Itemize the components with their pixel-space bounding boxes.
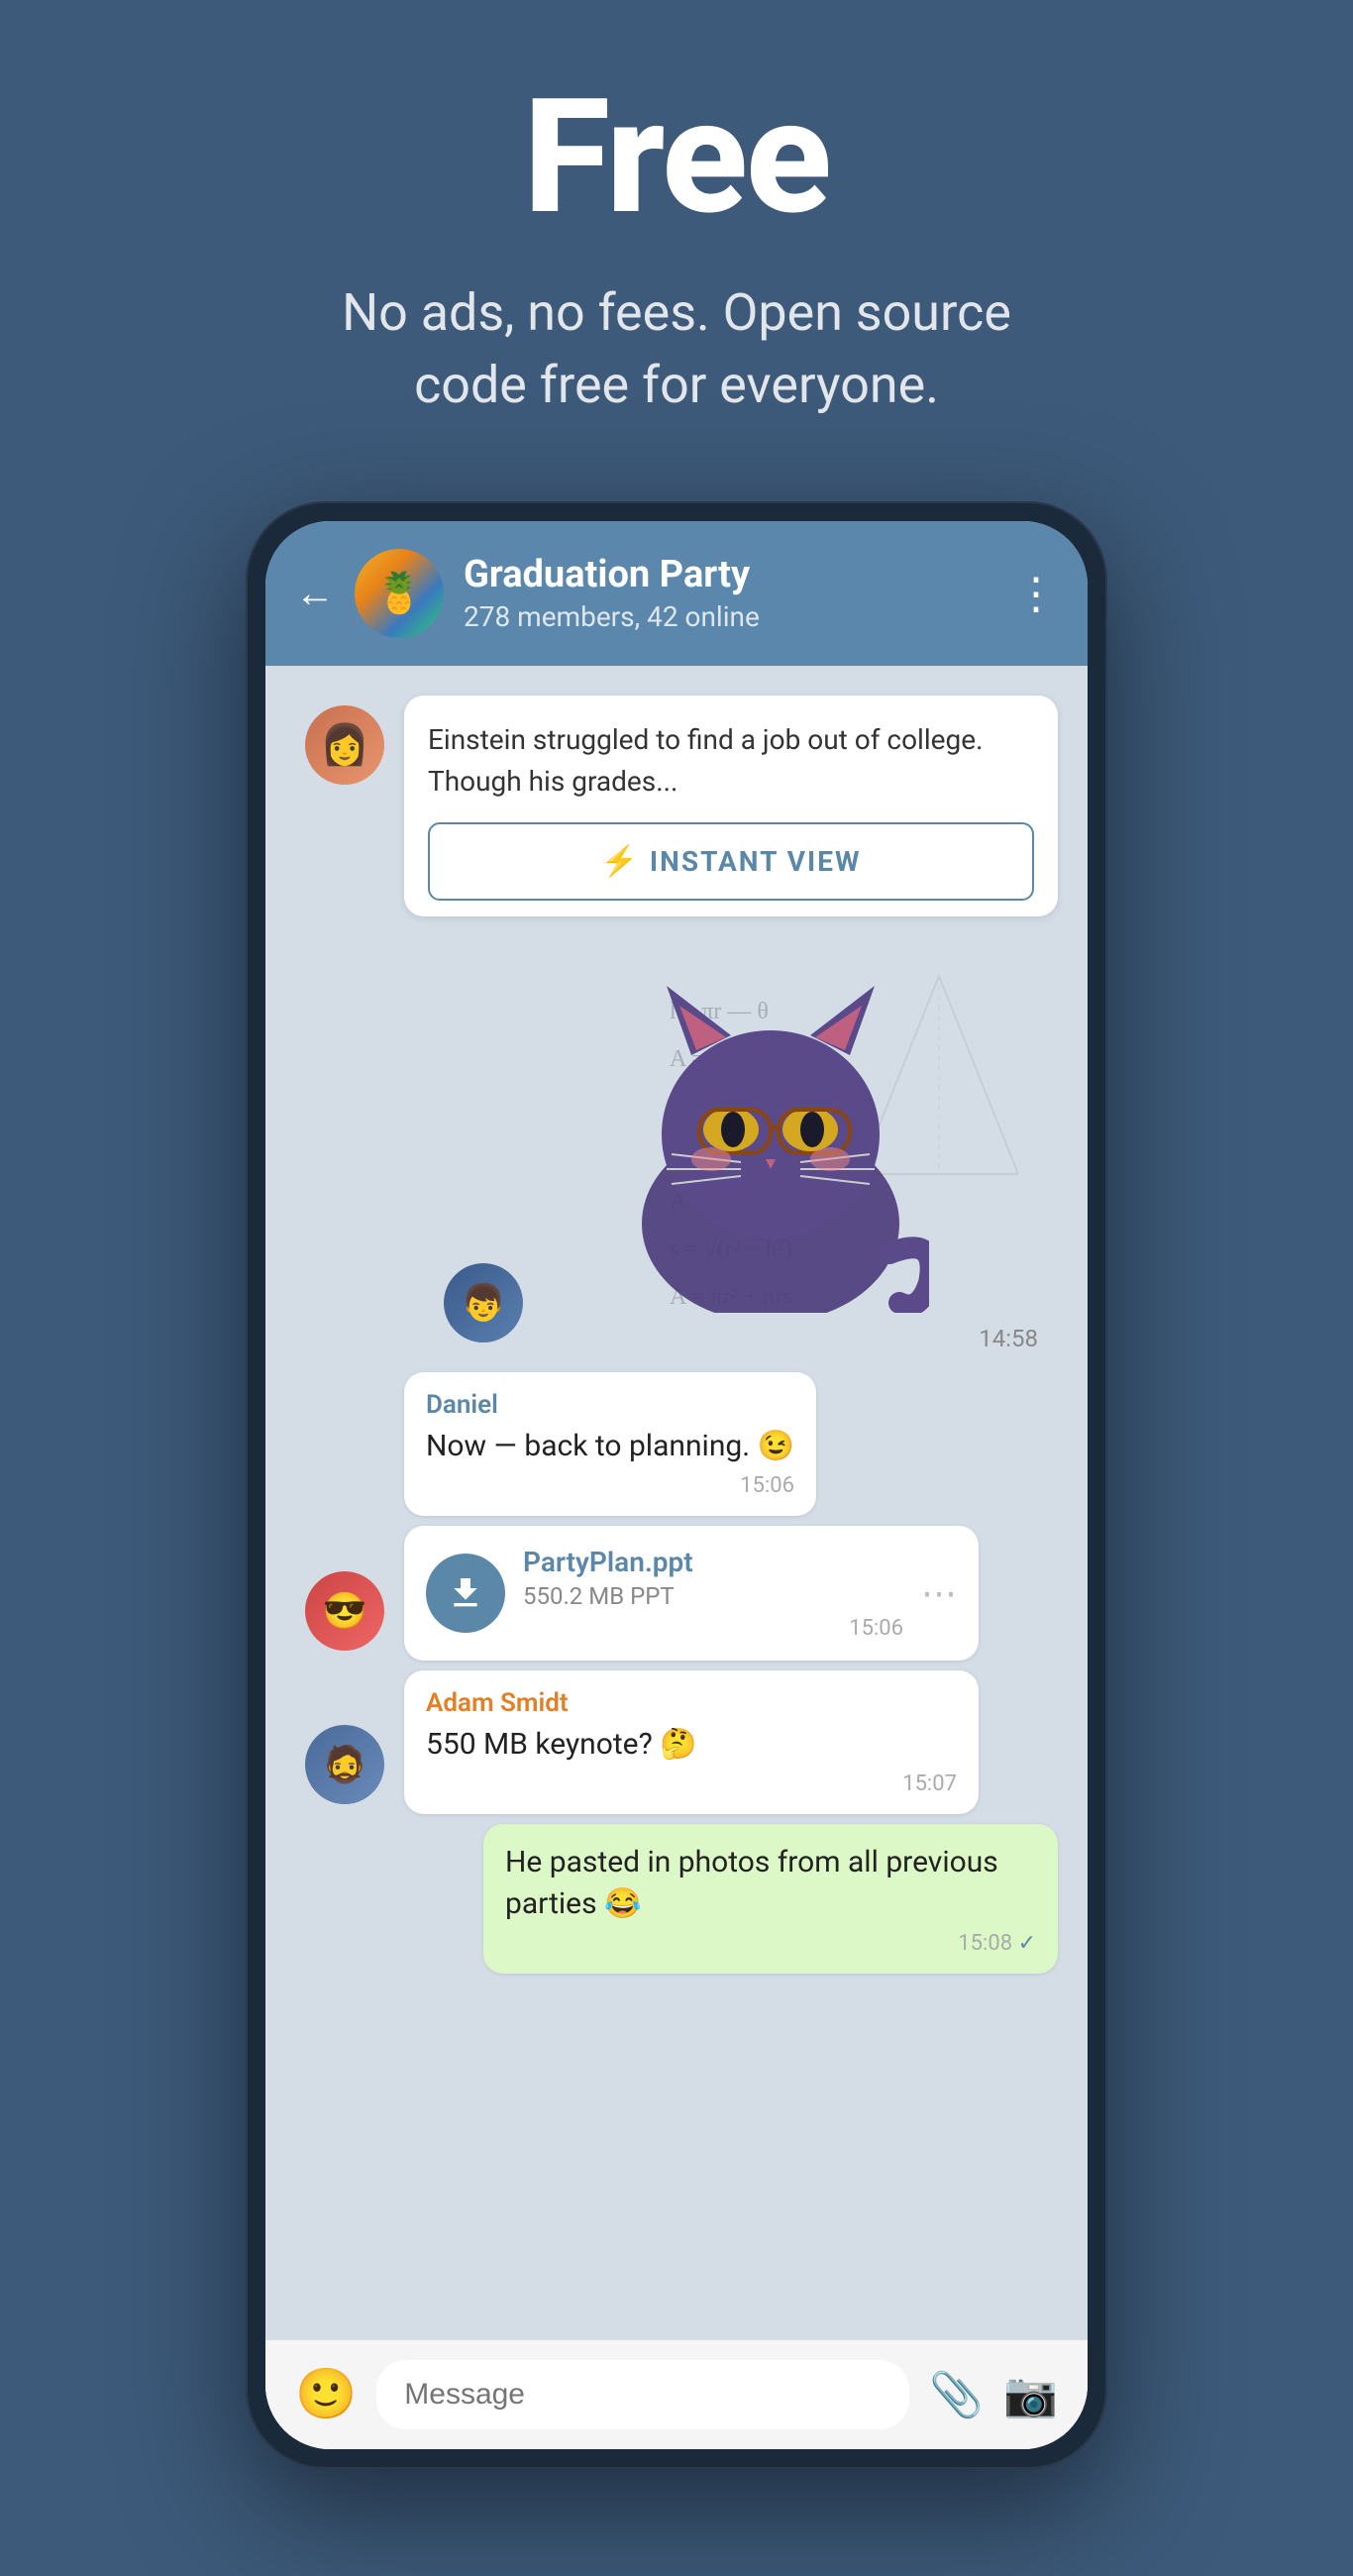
adam-sender: Adam Smidt bbox=[426, 1688, 957, 1718]
avatar-guy2: 😎 bbox=[305, 1571, 384, 1651]
instant-view-label: INSTANT VIEW bbox=[650, 845, 862, 878]
download-button[interactable] bbox=[426, 1554, 505, 1633]
read-checkmark: ✓ bbox=[1018, 1931, 1036, 1956]
file-time: 15:06 bbox=[523, 1616, 903, 1641]
file-size: 550.2 MB PPT bbox=[523, 1582, 903, 1610]
lightning-icon: ⚡ bbox=[601, 844, 638, 879]
message-input[interactable] bbox=[376, 2360, 909, 2429]
daniel-sender: Daniel bbox=[426, 1390, 794, 1420]
article-preview-text: Einstein struggled to find a job out of … bbox=[428, 719, 1034, 803]
daniel-bubble: Daniel Now — back to planning. 😉 15:06 bbox=[404, 1372, 816, 1516]
own-time: 15:08 ✓ bbox=[505, 1931, 1036, 1956]
phone-inner: ← 🍍 Graduation Party 278 members, 42 onl… bbox=[265, 521, 1088, 2449]
file-bubble-wrapper: PartyPlan.ppt 550.2 MB PPT 15:06 ⋯ bbox=[404, 1526, 1058, 1661]
adam-text: 550 MB keynote? 🤔 bbox=[426, 1724, 957, 1766]
attach-button[interactable]: 📎 bbox=[929, 2369, 984, 2420]
file-user-avatar: 😎 bbox=[305, 1571, 384, 1651]
phone-mockup: ← 🍍 Graduation Party 278 members, 42 onl… bbox=[246, 501, 1107, 2469]
adam-bubble: Adam Smidt 550 MB keynote? 🤔 15:07 bbox=[404, 1670, 979, 1814]
chat-header: ← 🍍 Graduation Party 278 members, 42 onl… bbox=[265, 521, 1088, 666]
hero-title: Free bbox=[523, 79, 829, 238]
file-more-options[interactable]: ⋯ bbox=[921, 1572, 957, 1614]
group-name: Graduation Party bbox=[464, 553, 994, 596]
adam-message-area: 🧔 Adam Smidt 550 MB keynote? 🤔 15:07 bbox=[265, 1670, 1058, 1814]
adam-bubble-wrapper: Adam Smidt 550 MB keynote? 🤔 15:07 bbox=[404, 1670, 1058, 1814]
own-bubble: He pasted in photos from all previous pa… bbox=[483, 1824, 1058, 1974]
adam-time: 15:07 bbox=[426, 1771, 957, 1796]
daniel-time: 15:06 bbox=[426, 1473, 794, 1498]
cat-sticker bbox=[483, 946, 1058, 1323]
input-bar: 🙂 📎 📷 bbox=[265, 2339, 1088, 2449]
phone-outer: ← 🍍 Graduation Party 278 members, 42 onl… bbox=[246, 501, 1107, 2469]
back-button[interactable]: ← bbox=[295, 574, 335, 613]
file-bubble: PartyPlan.ppt 550.2 MB PPT 15:06 ⋯ bbox=[404, 1526, 979, 1661]
avatar-image: 🍍 bbox=[355, 549, 444, 638]
file-message-area: 😎 PartyPlan.ppt 550.2 bbox=[265, 1526, 1058, 1661]
download-icon bbox=[446, 1573, 485, 1613]
adam-user-avatar: 🧔 bbox=[305, 1725, 384, 1804]
instant-view-button[interactable]: ⚡ INSTANT VIEW bbox=[428, 822, 1034, 901]
hero-subtitle: No ads, no fees. Open source code free f… bbox=[280, 277, 1073, 422]
own-message-row: He pasted in photos from all previous pa… bbox=[404, 1824, 1058, 1974]
avatar-girl: 👩 bbox=[305, 705, 384, 785]
more-options-button[interactable]: ⋮ bbox=[1014, 568, 1058, 619]
group-avatar: 🍍 bbox=[355, 549, 444, 638]
avatar-guy3: 🧔 bbox=[305, 1725, 384, 1804]
sticker-time: 14:58 bbox=[979, 1325, 1038, 1352]
daniel-text: Now — back to planning. 😉 bbox=[426, 1426, 794, 1467]
own-text: He pasted in photos from all previous pa… bbox=[505, 1842, 1036, 1925]
chat-body: 👩 Einstein struggled to find a job out o… bbox=[265, 666, 1088, 2449]
emoji-button[interactable]: 🙂 bbox=[295, 2366, 357, 2423]
file-name: PartyPlan.ppt bbox=[523, 1546, 903, 1578]
camera-button[interactable]: 📷 bbox=[1003, 2369, 1058, 2420]
group-meta: 278 members, 42 online bbox=[464, 600, 994, 633]
hero-section: Free No ads, no fees. Open source code f… bbox=[0, 0, 1353, 482]
daniel-message-row: Daniel Now — back to planning. 😉 15:06 bbox=[404, 1372, 1058, 1516]
sticker-area: 👦 l = πr — θ A = ½r²θ V = l³ P = 2πr A =… bbox=[404, 946, 1058, 1362]
file-info: PartyPlan.ppt 550.2 MB PPT 15:06 bbox=[523, 1546, 903, 1641]
chat-info: Graduation Party 278 members, 42 online bbox=[464, 553, 994, 633]
article-bubble: Einstein struggled to find a job out of … bbox=[404, 696, 1058, 916]
cat-svg bbox=[612, 956, 929, 1313]
article-message-area: 👩 Einstein struggled to find a job out o… bbox=[265, 696, 1088, 916]
article-user-avatar: 👩 bbox=[305, 705, 384, 785]
